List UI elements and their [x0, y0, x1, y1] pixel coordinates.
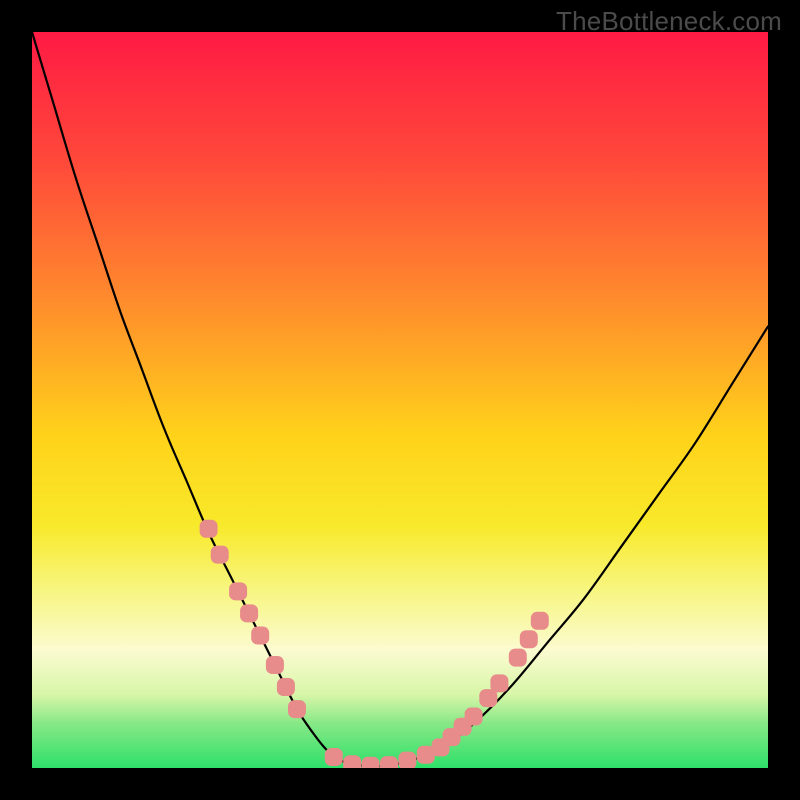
curve-marker	[240, 604, 258, 622]
curve-marker	[531, 612, 549, 630]
curve-marker	[398, 752, 416, 768]
curve-marker	[277, 678, 295, 696]
bottleneck-curve	[32, 32, 768, 767]
curve-marker	[325, 748, 343, 766]
curve-markers	[200, 520, 549, 768]
curve-marker	[266, 656, 284, 674]
curve-marker	[200, 520, 218, 538]
curve-marker	[509, 649, 527, 667]
curve-marker	[211, 546, 229, 564]
curve-marker	[288, 700, 306, 718]
chart-svg	[32, 32, 768, 768]
curve-marker	[343, 755, 361, 768]
plot-area	[32, 32, 768, 768]
curve-marker	[380, 756, 398, 768]
curve-marker	[490, 674, 508, 692]
chart-frame: TheBottleneck.com	[0, 0, 800, 800]
curve-marker	[362, 757, 380, 768]
curve-marker	[251, 627, 269, 645]
curve-marker	[520, 630, 538, 648]
curve-marker	[465, 708, 483, 726]
curve-marker	[229, 582, 247, 600]
